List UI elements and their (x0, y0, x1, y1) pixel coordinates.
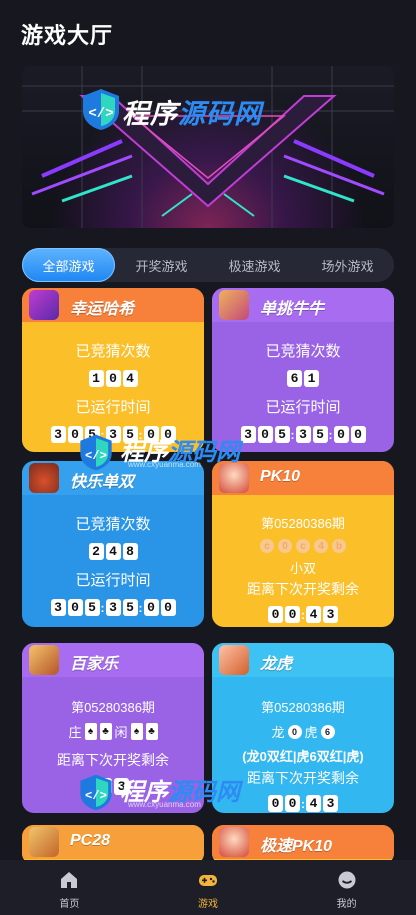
game-name: 幸运哈希 (70, 301, 135, 318)
game-card-baijiale[interactable]: 百家乐 第05280386期 庄 ♠ ♣ 闲 ♠ ♣ 距离下次开奖剩余 43 (22, 643, 204, 813)
nav-label: 首页 (59, 899, 80, 910)
game-name: 龙虎 (260, 656, 293, 673)
result-ball: 6 (320, 724, 335, 739)
count-label: 已竞猜次数 (75, 516, 151, 533)
runtime-digits: 305:35:00 (22, 426, 204, 443)
game-card-jisu-pk10[interactable]: 极速PK10 (212, 825, 394, 865)
result-ball: 0 (287, 724, 302, 739)
dragon-tiger-result: 龙0 虎6 (212, 722, 394, 741)
tab-lottery-games[interactable]: 开奖游戏 (115, 248, 208, 282)
count-digits: 61 (212, 370, 394, 387)
game-card-pc28[interactable]: PC28 (22, 825, 204, 865)
brand-text: 程序源码网 (122, 99, 262, 129)
game-thumbnail (29, 463, 59, 493)
issue-number: 第05280386期 (261, 700, 345, 715)
issue-number: 第05280386期 (261, 516, 345, 531)
tab-all-games[interactable]: 全部游戏 (22, 248, 115, 282)
game-card-kuaile-danshuang[interactable]: 快乐单双 已竞猜次数 248 已运行时间 305:35:00 (22, 461, 204, 627)
game-card-xingyun-haxi[interactable]: 幸运哈希 已竞猜次数 104 已运行时间 305:35:00 (22, 288, 204, 452)
game-name: PC28 (70, 832, 111, 849)
count-label: 已竞猜次数 (265, 343, 341, 360)
nav-home[interactable]: 首页 (0, 860, 139, 915)
playing-card-icon: ♣ (145, 723, 158, 740)
game-thumbnail (219, 463, 249, 493)
gamepad-icon (199, 875, 217, 886)
page-title: 游戏大厅 (21, 23, 114, 48)
countdown-label: 距离下次开奖剩余 (57, 752, 169, 768)
brand-logo-icon: </> (83, 89, 119, 130)
countdown-label: 距离下次开奖剩余 (247, 581, 359, 597)
game-card-dantiao-niuniu[interactable]: 单挑牛牛 已竞猜次数 61 已运行时间 305:35:00 (212, 288, 394, 452)
count-digits: 104 (22, 370, 204, 387)
nav-label: 游戏 (198, 899, 218, 910)
countdown-digits: 00:43 (212, 795, 394, 812)
game-name: 极速PK10 (260, 838, 333, 855)
game-name: 单挑牛牛 (260, 301, 325, 318)
game-name: 快乐单双 (70, 474, 135, 491)
game-thumbnail (29, 290, 59, 320)
svg-text:</>: </> (88, 106, 113, 122)
result-detail: (龙0双红|虎6双红|虎) (242, 749, 364, 764)
game-thumbnail (219, 645, 249, 675)
game-category-tabs: 全部游戏 开奖游戏 极速游戏 场外游戏 (22, 248, 394, 282)
user-icon (338, 871, 356, 889)
runtime-label: 已运行时间 (75, 572, 151, 589)
home-icon (61, 872, 78, 888)
tab-speed-games[interactable]: 极速游戏 (208, 248, 301, 282)
countdown-digits: 00:43 (212, 606, 394, 623)
runtime-label: 已运行时间 (265, 399, 341, 416)
game-thumbnail (29, 645, 59, 675)
bottom-nav: 首页 游戏 我的 (0, 860, 416, 915)
game-name: PK10 (260, 468, 301, 485)
playing-card-icon: ♣ (99, 723, 112, 740)
playing-card-icon: ♠ (84, 723, 97, 740)
count-digits: 248 (22, 543, 204, 560)
game-thumbnail (219, 290, 249, 320)
runtime-label: 已运行时间 (75, 399, 151, 416)
playing-card-icon: ♠ (130, 723, 143, 740)
game-card-pk10[interactable]: PK10 第05280386期 c0c4b 小双 距离下次开奖剩余 00:43 (212, 461, 394, 627)
game-card-longhu[interactable]: 龙虎 第05280386期 龙0 虎6 (龙0双红|虎6双红|虎) 距离下次开奖… (212, 643, 394, 813)
game-name: 百家乐 (70, 656, 119, 673)
result-balls: c0c4b (212, 539, 394, 553)
game-thumbnail (219, 827, 249, 857)
nav-games[interactable]: 游戏 (139, 860, 278, 915)
nav-label: 我的 (336, 899, 357, 910)
runtime-digits: 305:35:00 (22, 599, 204, 616)
nav-mine[interactable]: 我的 (277, 860, 416, 915)
count-label: 已竞猜次数 (75, 343, 151, 360)
game-thumbnail (29, 827, 59, 857)
countdown-digits: 43 (22, 778, 204, 795)
countdown-label: 距离下次开奖剩余 (247, 770, 359, 786)
runtime-digits: 305:35:00 (212, 426, 394, 443)
player-label: 闲 (114, 725, 128, 740)
result-text: 小双 (289, 561, 316, 576)
tab-offsite-games[interactable]: 场外游戏 (301, 248, 394, 282)
banker-label: 庄 (68, 725, 82, 740)
card-result-row: 庄 ♠ ♣ 闲 ♠ ♣ (22, 722, 204, 741)
issue-number: 第05280386期 (71, 700, 155, 715)
